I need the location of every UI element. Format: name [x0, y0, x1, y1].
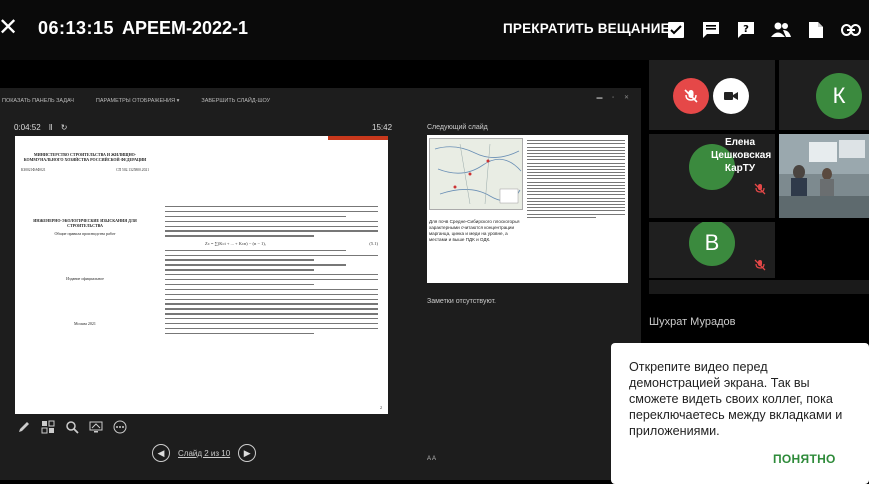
- slide-navigation: ◀ Слайд 2 из 10 ▶: [152, 444, 257, 462]
- formula-row: Zс = ∑(Kci + ... + Kcn) − (n − 1), (5.1): [205, 241, 378, 246]
- next-slide-preview[interactable]: Для почв Средне-Сибирского плоскогорья х…: [427, 135, 628, 283]
- file-icon[interactable]: [798, 18, 833, 42]
- current-slide: МИНИСТЕРСТВО СТРОИТЕЛЬСТВА И ЖИЛИЩНО-КОМ…: [15, 136, 388, 414]
- conference-title: APEEM-2022-1: [122, 18, 249, 38]
- formula-number: (5.1): [369, 240, 378, 246]
- slide-cover-page: МИНИСТЕРСТВО СТРОИТЕЛЬСТВА И ЖИЛИЩНО-КОМ…: [15, 136, 155, 414]
- zoom-icon[interactable]: [64, 419, 80, 435]
- camera-button[interactable]: [713, 78, 749, 114]
- mic-off-button[interactable]: [673, 78, 709, 114]
- current-time: 15:42: [372, 123, 393, 132]
- toast-message: Открепите видео перед демонстрацией экра…: [629, 360, 843, 438]
- slide-text-page: Zс = ∑(Kci + ... + Kcn) − (n − 1), (5.1)…: [155, 136, 388, 414]
- svg-text:?: ?: [743, 24, 749, 35]
- participant-tile-empty: [649, 280, 869, 294]
- next-slide-label: Следующий слайд: [427, 124, 488, 131]
- mic-muted-icon: [753, 182, 767, 196]
- participant-name-label: Елена Цешковская КарТУ: [711, 137, 772, 174]
- display-settings-button[interactable]: ПАРАМЕТРЫ ОТОБРАЖЕНИЯ ▾: [96, 98, 179, 104]
- got-it-button[interactable]: ПОНЯТНО: [773, 452, 836, 466]
- city-year: Москва 2021: [74, 321, 96, 326]
- link-icon[interactable]: [833, 18, 868, 42]
- close-icon[interactable]: ✕: [0, 16, 18, 40]
- avatar: К: [816, 73, 862, 119]
- chat-icon[interactable]: [693, 18, 728, 42]
- participant-tile-presenter[interactable]: Елена Цешковская КарТУ: [649, 134, 775, 218]
- doc-code: СП 502.1325800.2021: [116, 168, 149, 172]
- presenter-tools: [16, 419, 128, 435]
- participant-video-feed[interactable]: [779, 134, 869, 218]
- people-icon[interactable]: [763, 18, 798, 42]
- stop-broadcast-button[interactable]: ПРЕКРАТИТЬ ВЕЩАНИЕ: [503, 21, 670, 36]
- presenter-toolbar: ПОКАЗАТЬ ПАНЕЛЬ ЗАДАЧ ПАРАМЕТРЫ ОТОБРАЖЕ…: [0, 88, 641, 114]
- call-timer: 06:13:15: [38, 18, 115, 38]
- mic-muted-icon: [753, 258, 767, 272]
- screen-icon[interactable]: [88, 419, 104, 435]
- help-icon[interactable]: ?: [728, 18, 763, 42]
- video-frame: [779, 134, 869, 218]
- reset-icon[interactable]: ↻: [61, 123, 68, 132]
- slides-grid-icon[interactable]: [40, 419, 56, 435]
- doc-rule-code: КЗ0021ФАФ021: [21, 168, 46, 172]
- pause-icon[interactable]: ll: [49, 123, 53, 132]
- notes-text: Заметки отсутствуют.: [427, 298, 496, 305]
- toolbar-icons: ?: [658, 18, 868, 42]
- self-video-tile[interactable]: [649, 60, 775, 130]
- formula: Zс = ∑(Kci + ... + Kcn) − (n − 1),: [205, 240, 266, 246]
- doc-title: ИНЖЕНЕРНО-ЭКОЛОГИЧЕСКИЕ ИЗЫСКАНИЯ ДЛЯ СТ…: [33, 218, 137, 228]
- participant-name: Шухрат Мурадов: [649, 316, 736, 328]
- unpin-video-toast: Открепите видео перед демонстрацией экра…: [611, 343, 869, 484]
- top-bar: ✕ 06:13:15 APEEM-2022-1 ПРЕКРАТИТЬ ВЕЩАН…: [0, 0, 869, 60]
- elapsed-time: 0:04:52 ll ↻: [14, 123, 67, 132]
- participant-tile-v[interactable]: В: [649, 222, 775, 278]
- edition-label: Издание официальное: [66, 276, 104, 281]
- next-slide-caption: Для почв Средне-Сибирского плоскогорья х…: [429, 219, 520, 242]
- participant-tile-k[interactable]: К: [779, 60, 869, 130]
- pen-icon[interactable]: [16, 419, 32, 435]
- page-number: 2: [380, 405, 382, 410]
- map-image: [429, 138, 523, 210]
- tasks-icon[interactable]: [658, 18, 693, 42]
- font-size-controls[interactable]: A A: [427, 456, 436, 462]
- doc-code-row: КЗ0021ФАФ021 СП 502.1325800.2021: [21, 168, 149, 172]
- show-taskbar-button[interactable]: ПОКАЗАТЬ ПАНЕЛЬ ЗАДАЧ: [2, 98, 74, 104]
- end-slideshow-button[interactable]: ЗАВЕРШИТЬ СЛАЙД-ШОУ: [201, 98, 270, 104]
- ministry-header: МИНИСТЕРСТВО СТРОИТЕЛЬСТВА И ЖИЛИЩНО-КОМ…: [23, 152, 147, 162]
- doc-subtitle: Общие правила производства работ: [54, 231, 116, 236]
- more-options-icon[interactable]: [112, 419, 128, 435]
- window-controls[interactable]: ▬ ▫ ✕: [597, 94, 634, 101]
- avatar: В: [689, 222, 735, 266]
- presenter-view: ПОКАЗАТЬ ПАНЕЛЬ ЗАДАЧ ПАРАМЕТРЫ ОТОБРАЖЕ…: [0, 88, 641, 480]
- elapsed-value: 0:04:52: [14, 123, 41, 132]
- prev-slide-icon[interactable]: ◀: [152, 444, 170, 462]
- next-slide-text-block: [527, 138, 625, 220]
- slide-counter[interactable]: Слайд 2 из 10: [178, 449, 230, 458]
- next-slide-icon[interactable]: ▶: [238, 444, 257, 462]
